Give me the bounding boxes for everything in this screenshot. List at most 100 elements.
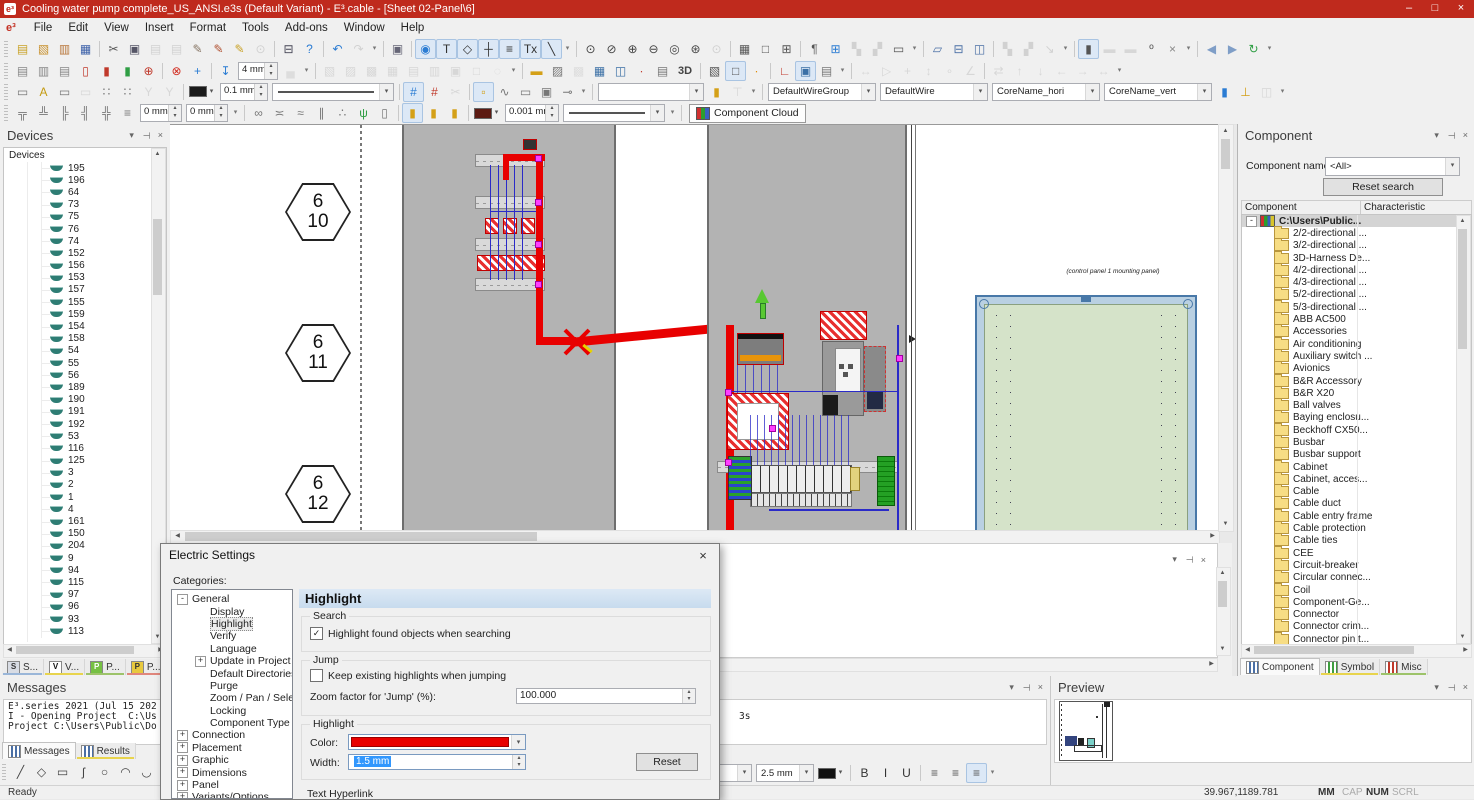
device-tree-item[interactable]: 195	[4, 162, 166, 174]
settings-category[interactable]: +Connection	[172, 729, 292, 741]
sphere-icon[interactable]: ◌	[487, 61, 508, 81]
scrollbar-thumb[interactable]	[1458, 229, 1467, 349]
dropdown-arrow-icon[interactable]	[207, 84, 216, 100]
tab-component[interactable]: Component	[1240, 658, 1320, 675]
scroll-left-icon[interactable]	[172, 531, 183, 542]
dialog-title-bar[interactable]: Electric Settings ×	[161, 544, 719, 566]
marker-overflow-icon[interactable]: ▾	[1183, 39, 1194, 59]
draw-arc-icon[interactable]: ◠	[115, 762, 136, 782]
device-tree-item[interactable]: 97	[4, 589, 166, 601]
expand-icon[interactable]: +	[177, 767, 188, 778]
scrollbar-thumb[interactable]	[1221, 139, 1230, 169]
dropdown-arrow-icon[interactable]	[511, 735, 525, 749]
draw-spline-icon[interactable]: ʃ	[73, 762, 94, 782]
move-right-icon[interactable]: →	[1072, 61, 1093, 81]
spinner-buttons[interactable]	[545, 105, 558, 121]
device-tree-item[interactable]: 73	[4, 199, 166, 211]
minimize-button[interactable]: –	[1396, 0, 1422, 18]
devices-hscrollbar[interactable]	[3, 644, 167, 658]
underline-icon[interactable]: U	[896, 763, 917, 783]
menu-window[interactable]: Window	[336, 20, 393, 36]
mount-rail-icon[interactable]: ▮	[96, 61, 117, 81]
pin-icon[interactable]: ⊤	[140, 131, 151, 139]
align-overflow-icon[interactable]: ▾	[230, 103, 241, 123]
scroll-up-icon[interactable]	[1217, 568, 1228, 579]
view-3d-icon[interactable]: ▧	[704, 61, 725, 81]
pin-pair-icon[interactable]: ≍	[269, 103, 290, 123]
scroll-right-icon[interactable]	[1460, 645, 1471, 656]
report-icon[interactable]: ▤	[816, 61, 837, 81]
previous-sheet-icon[interactable]: ◀	[1201, 39, 1222, 59]
window-tile-horizontal-icon[interactable]: ⊟	[948, 39, 969, 59]
break-marker-icon[interactable]: ×	[1162, 39, 1183, 59]
zoom-previous-icon[interactable]: ⊘	[601, 39, 622, 59]
attribute-copy-icon[interactable]: ▭	[75, 82, 96, 102]
paste-icon[interactable]: ▤	[145, 39, 166, 59]
model-overflow-icon[interactable]: ▾	[837, 61, 848, 81]
close-icon[interactable]: ×	[1463, 682, 1468, 692]
device-tree-item[interactable]: 96	[4, 601, 166, 613]
view-panel-icon[interactable]: □	[725, 61, 746, 81]
hatch-blue-icon[interactable]: #	[403, 82, 424, 102]
pin-chain-icon[interactable]: ≈	[290, 103, 311, 123]
settings-category[interactable]: Zoom / Pan / Select	[172, 692, 292, 704]
node-snap-icon[interactable]: ▫	[473, 82, 494, 102]
cube-top-icon[interactable]: ▤	[403, 61, 424, 81]
settings-category[interactable]: Component Type Attri	[172, 717, 292, 729]
dropdown-arrow-icon[interactable]	[492, 105, 501, 121]
text-overflow-icon[interactable]: ▾	[987, 763, 998, 783]
zoom-in-icon[interactable]: ⊕	[622, 39, 643, 59]
preview-content[interactable]	[1054, 699, 1472, 763]
close-icon[interactable]: ×	[158, 130, 163, 140]
draw-line-icon[interactable]: ╱	[10, 762, 31, 782]
close-icon[interactable]: ×	[1038, 682, 1043, 692]
dropdown-arrow-icon[interactable]	[973, 84, 987, 100]
ungroup-icon[interactable]: ▞	[1018, 39, 1039, 59]
grid-step-input[interactable]: 4 mm	[238, 62, 278, 80]
dropdown-arrow-icon[interactable]	[737, 765, 751, 781]
working-area-icon[interactable]: □	[755, 39, 776, 59]
expand-icon[interactable]: +	[195, 656, 206, 667]
device-tree-item[interactable]: 161	[4, 515, 166, 527]
open-icon[interactable]: ▧	[33, 39, 54, 59]
place-device-icon[interactable]: ◉	[415, 39, 436, 59]
scroll-down-icon[interactable]	[1220, 519, 1231, 530]
scrollbar-thumb[interactable]	[153, 219, 162, 295]
spinner-buttons[interactable]	[264, 63, 277, 79]
device-tree-item[interactable]: 4	[4, 503, 166, 515]
align-right-icon[interactable]: ≡	[966, 763, 987, 783]
column-characteristic[interactable]: Characteristic	[1361, 201, 1471, 215]
settings-category[interactable]: -General	[172, 593, 292, 605]
door-view-icon[interactable]: ▮	[1078, 39, 1099, 59]
core-name-hori-select[interactable]: CoreName_hori	[992, 83, 1100, 101]
menu-format[interactable]: Format	[182, 20, 234, 36]
spinner-buttons[interactable]	[214, 105, 227, 121]
print-icon[interactable]: ⊟	[278, 39, 299, 59]
draw-rectangle-icon[interactable]: ▭	[52, 762, 73, 782]
panel-menu-icon[interactable]: ▾	[1434, 130, 1439, 141]
device-tree-item[interactable]: 9	[4, 552, 166, 564]
dropdown-arrow-icon[interactable]	[1085, 84, 1099, 100]
spinner-buttons[interactable]	[168, 105, 181, 121]
line-width-input[interactable]: 0.1 mm	[220, 83, 268, 101]
junction-tool-icon[interactable]: ┼	[478, 39, 499, 59]
column-component[interactable]: Component	[1242, 201, 1361, 215]
device-tree-item[interactable]: 153	[4, 272, 166, 284]
device-tree-item[interactable]: 1	[4, 491, 166, 503]
fill-color-swatch[interactable]	[474, 105, 501, 121]
search-sheet-icon[interactable]: ⊙	[250, 39, 271, 59]
zoom-icon[interactable]: ⊙	[580, 39, 601, 59]
cabinet-dim-icon[interactable]: ◫	[1256, 82, 1277, 102]
model-view-icon[interactable]: ▣	[795, 61, 816, 81]
door-yellow2-icon[interactable]: ▮	[423, 103, 444, 123]
plate-icon[interactable]: ▩	[568, 61, 589, 81]
device-tree-item[interactable]: 190	[4, 394, 166, 406]
device-tree-item[interactable]: 155	[4, 296, 166, 308]
spinner-buttons[interactable]	[254, 84, 267, 100]
device-tree-item[interactable]: 159	[4, 308, 166, 320]
scrollbar-thumb[interactable]	[1218, 581, 1227, 607]
grid-points-icon[interactable]: ∷	[96, 82, 117, 102]
menu-insert[interactable]: Insert	[137, 20, 182, 36]
clipboard-icon[interactable]: ▣	[387, 39, 408, 59]
pin-couple-icon[interactable]: ∞	[248, 103, 269, 123]
